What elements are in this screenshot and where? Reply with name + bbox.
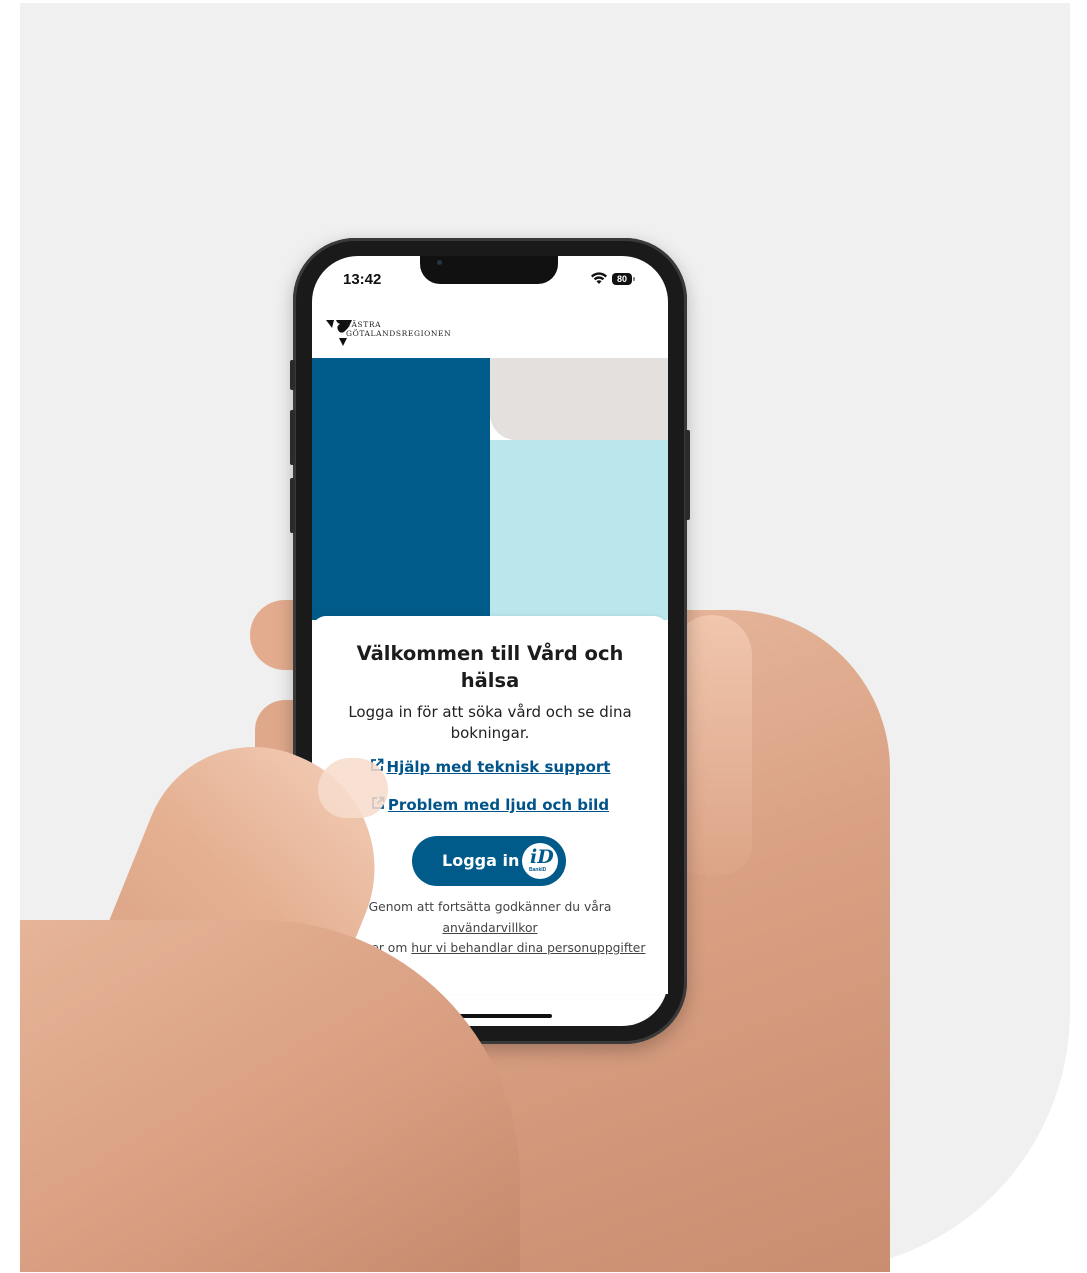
privacy-link[interactable]: hur vi behandlar dina personuppgifter [411, 941, 645, 955]
wifi-icon [590, 271, 608, 289]
camera-icon [437, 260, 442, 265]
phone-mute-switch [290, 360, 295, 390]
link-audio-video-label: Problem med ljud och bild [387, 796, 610, 814]
phone-volume-up [290, 410, 295, 465]
welcome-title: Välkommen till Vård och hälsa [356, 642, 624, 692]
hero-block-beige [490, 358, 668, 440]
phone-volume-down [290, 478, 295, 533]
hero-block-dark [312, 358, 490, 620]
terms-link[interactable]: användarvillkor [442, 921, 537, 935]
logo-line-1: VÄSTRA [346, 320, 382, 329]
vgr-logo-text: VÄSTRA GÖTALANDSREGIONEN [346, 320, 451, 338]
bankid-icon: iD BankID [522, 843, 558, 879]
terms-prefix: Genom att fortsätta godkänner du våra [368, 900, 612, 914]
login-button-label: Logga in [442, 851, 520, 870]
status-time: 13:42 [343, 271, 382, 288]
welcome-subtitle: Logga in för att söka vård och se dina b… [348, 703, 632, 742]
hero-block-light [490, 440, 668, 620]
login-button[interactable]: Logga in iD BankID [412, 836, 566, 886]
phone-power-button [685, 430, 690, 520]
left-thumb-nail [318, 758, 388, 818]
bankid-text: BankID [529, 867, 547, 873]
link-technical-support-label: Hjälp med teknisk support [386, 758, 611, 776]
logo-line-2: GÖTALANDSREGIONEN [346, 329, 452, 338]
battery-icon: 80 [612, 273, 635, 285]
